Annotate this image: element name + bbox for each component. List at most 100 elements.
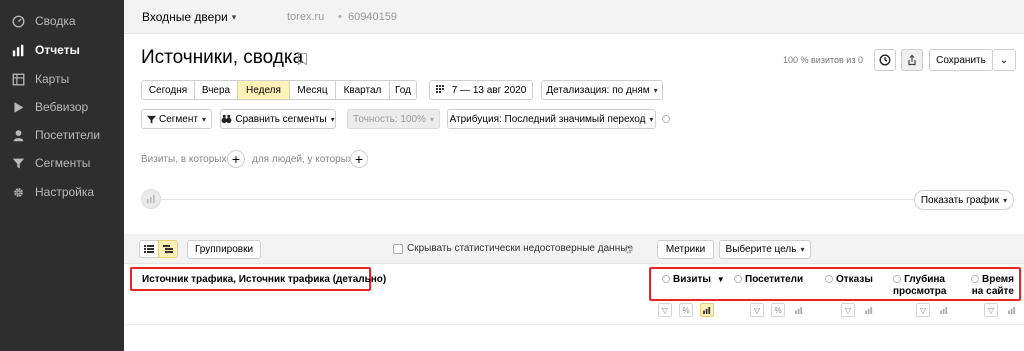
segment-button[interactable]: Сегмент ▾ [141,109,212,129]
sidebar-item-label: Карты [35,72,70,86]
top-bar: Входные двери ▾ torex.ru • 60940159 [124,0,1024,34]
plus-icon: + [231,151,241,167]
metrics-label: Метрики [665,244,706,255]
bookmark-icon[interactable] [298,53,307,65]
bar-chart-icon[interactable] [792,303,806,317]
accuracy-label: Точность: 100% [353,113,426,125]
view-list-button[interactable] [139,240,159,258]
metric-header-depth[interactable]: Глубина просмотра [893,274,947,298]
hide-unreliable-toggle[interactable]: Скрывать статистически недостоверные дан… [393,243,633,254]
sidebar-item-webvisor[interactable]: Вебвизор [0,94,124,120]
sidebar-item-visitors[interactable]: Посетители [0,122,124,148]
detail-select[interactable]: Детализация: по дням ▾ [541,80,663,100]
view-tree-button[interactable] [158,240,178,258]
help-icon[interactable] [662,115,670,123]
period-quarter[interactable]: Квартал [336,81,390,99]
filter-icon[interactable]: ▽ [916,303,930,317]
sidebar-item-maps[interactable]: Карты [0,66,124,92]
sidebar-item-label: Посетители [35,128,101,142]
metric-header-visitors[interactable]: Посетители [734,274,803,286]
period-selector: Сегодня Вчера Неделя Месяц Квартал Год [141,80,417,100]
counter-select[interactable]: Входные двери ▾ [142,10,236,24]
timeline-divider [160,199,915,200]
clock-icon [879,54,891,66]
chevron-down-icon: ⌄ [999,54,1009,66]
filter-icon[interactable]: ▽ [658,303,672,317]
period-label: Вчера [201,84,231,96]
filter-icon[interactable]: ▽ [984,303,998,317]
filter-icon[interactable]: ▽ [750,303,764,317]
period-month[interactable]: Месяц [290,81,336,99]
metrics-button[interactable]: Метрики [657,240,714,259]
percent-icon[interactable]: % [679,303,693,317]
add-people-condition-button[interactable]: + [350,150,368,168]
period-today[interactable]: Сегодня [142,81,195,99]
history-button[interactable] [874,49,896,71]
metric-header-visits[interactable]: Визиты ▼ [662,274,725,286]
compare-segments-button[interactable]: Сравнить сегменты ▾ [220,109,336,129]
sidebar-item-summary[interactable]: Сводка [0,8,124,34]
metric-label-line2: на сайте [971,286,1014,297]
metric-header-bounces[interactable]: Отказы [825,274,873,286]
export-button[interactable] [901,49,923,71]
chevron-down-icon: ▾ [653,85,658,95]
map-icon [10,71,26,87]
dimension-header[interactable]: Источник трафика, Источник трафика (дета… [142,274,386,285]
bar-chart-icon[interactable] [1005,303,1019,317]
sidebar: Сводка Отчеты Карты Вебвизор Посетители … [0,0,124,351]
chevron-down-icon: ▾ [231,11,237,22]
period-yesterday[interactable]: Вчера [195,81,238,99]
separator-dot: • [338,11,342,23]
accuracy-select: Точность: 100% ▾ [347,109,440,129]
metric-label-line1: Время [982,274,1014,285]
bar-chart-icon[interactable] [862,303,876,317]
help-icon [734,275,742,284]
hide-unreliable-label: Скрывать статистически недостоверные дан… [407,243,633,254]
period-label: Неделя [246,84,281,96]
metric-label-line1: Глубина [904,274,945,285]
sidebar-item-label: Настройка [35,185,95,199]
groupings-button[interactable]: Группировки [187,240,261,259]
goal-select[interactable]: Выберите цель ▾ [719,240,811,259]
help-icon [662,275,670,284]
sidebar-item-label: Отчеты [35,43,80,57]
bar-chart-icon[interactable] [937,303,951,317]
metric-label-line2: просмотра [893,286,947,297]
page-title: Источники, сводка [141,47,304,68]
save-button[interactable]: Сохранить [929,49,993,71]
sidebar-item-reports[interactable]: Отчеты [0,37,124,63]
sidebar-item-label: Сегменты [35,156,91,170]
help-icon [971,275,979,284]
gear-icon[interactable] [623,244,634,255]
filter-icon[interactable]: ▽ [841,303,855,317]
attribution-select[interactable]: Атрибуция: Последний значимый переход ▾ [447,109,656,129]
table-divider [124,324,1024,325]
sidebar-item-settings[interactable]: Настройка [0,179,124,205]
compare-icon [221,114,232,123]
save-options-button[interactable]: ⌄ [992,49,1016,71]
detail-label: Детализация: по дням [546,84,650,96]
bar-chart-icon[interactable] [700,303,714,317]
timeline-handle[interactable] [141,189,161,209]
period-year[interactable]: Год [390,81,416,99]
table-toolbar-right: Метрики Выберите цель ▾ [649,234,1024,264]
chevron-down-icon: ▾ [330,114,335,124]
metric-label: Отказы [836,274,873,285]
calendar-icon [435,85,444,93]
sample-text: 100 % визитов из 0 [783,55,863,65]
metric-header-time[interactable]: Время на сайте [966,274,1014,298]
sidebar-item-segments[interactable]: Сегменты [0,150,124,176]
percent-icon[interactable]: % [771,303,785,317]
show-chart-button[interactable]: Показать график ▾ [914,190,1014,210]
period-week[interactable]: Неделя [238,81,290,99]
filter-icon [147,115,156,124]
sort-desc-icon: ▼ [716,275,725,284]
table-toolbar-left: Группировки Скрывать статистически недос… [124,234,649,264]
add-visit-condition-button[interactable]: + [227,150,245,168]
period-label: Год [395,84,411,96]
date-range-button[interactable]: 7 — 13 авг 2020 [429,80,533,100]
period-label: Месяц [297,84,328,96]
checkbox[interactable] [393,243,403,254]
date-range-label: 7 — 13 авг 2020 [451,84,527,96]
bar-chart-icon [147,195,155,203]
